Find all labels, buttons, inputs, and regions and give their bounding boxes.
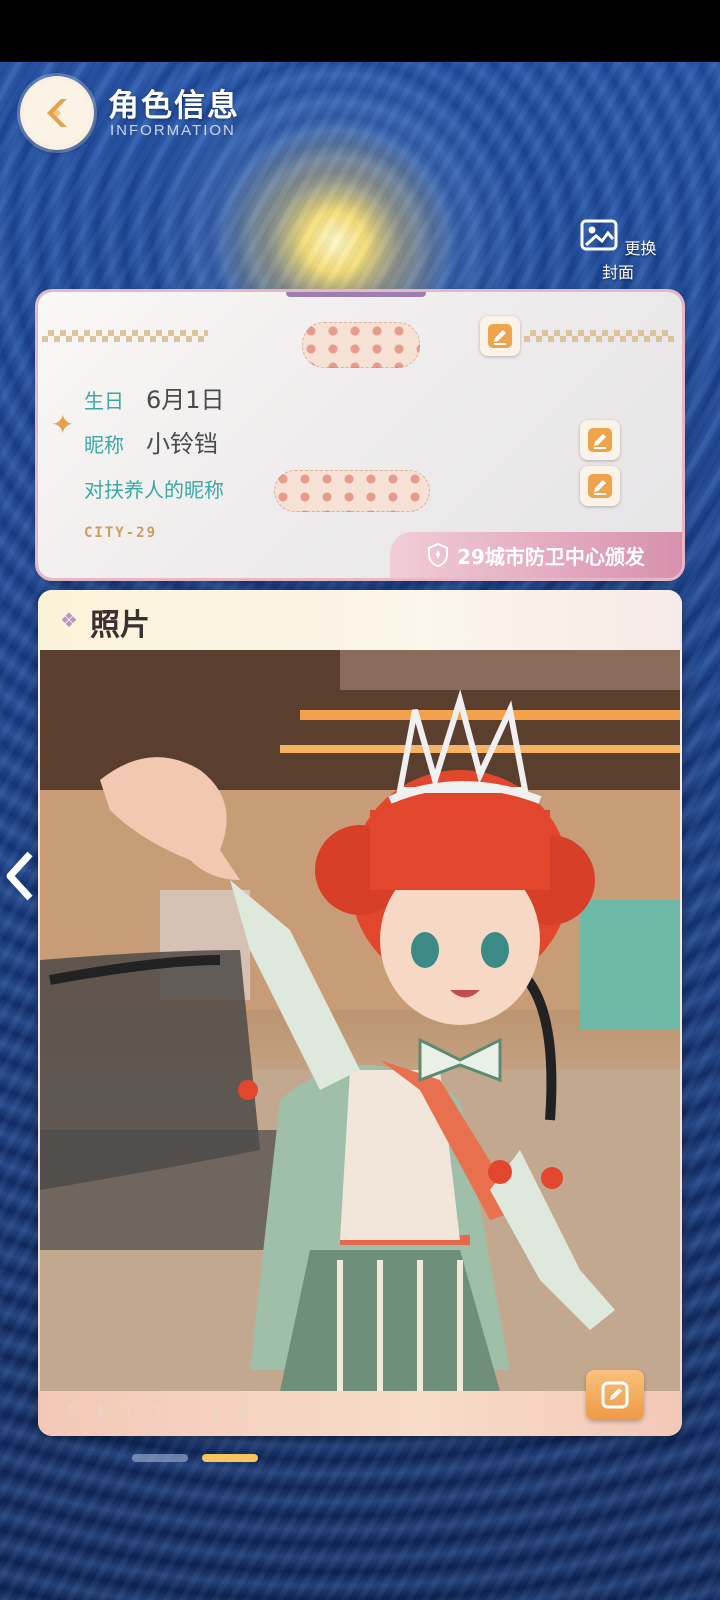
shield-icon [428,543,449,567]
issuer-text: 29城市防卫中心颁发 [457,544,645,569]
birthday-label: 生日 [84,389,124,413]
page-indicator [132,1454,258,1462]
back-button[interactable] [20,76,94,150]
page-title: 角色信息 [108,88,240,124]
edit-name-button[interactable] [480,316,520,356]
birthday-value: 6月1日 [146,386,225,414]
photo-header: ❖ 照片 [38,590,682,650]
edit-nickname-button[interactable] [580,420,620,460]
character-illustration [40,650,680,1391]
edit-guardian-nickname-button[interactable] [580,466,620,506]
issuer-badge: 29城市防卫中心颁发 [390,532,682,578]
photo-city-code: CITY-29 [68,1403,268,1419]
card-tab [286,292,426,297]
photo-card: ❖ 照片 CITY-29 [38,590,682,1436]
edit-photo-button[interactable] [586,1370,644,1420]
nickname-value: 小铃铛 [146,430,218,458]
edit-icon [588,474,612,498]
image-icon [580,219,618,251]
edit-icon [488,324,512,348]
edit-icon [588,428,612,452]
edit-icon [601,1381,629,1409]
checker-decoration [524,330,674,342]
guardian-nickname-label: 对扶养人的昵称 [84,478,224,502]
nickname-label: 昵称 [84,433,124,457]
sparkle-icon: ✦ [51,408,75,441]
status-bar [0,0,720,62]
name-redaction-sticker [302,322,420,368]
page-dot-1[interactable] [132,1454,188,1462]
guardian-nickname-redaction-sticker [274,470,430,512]
diamond-icon: ❖ [60,608,78,632]
city-code: CITY-29 [84,525,158,541]
character-photo[interactable] [40,650,680,1391]
info-card: ✦ 生日 6月1日 昵称 小铃铛 对扶养人的昵称 CITY-29 29城市防卫中… [38,292,682,578]
chevron-left-icon [47,99,67,127]
photo-title: 照片 [90,608,150,643]
page-subtitle: INFORMATION [110,122,236,139]
previous-page-arrow-icon[interactable] [2,848,36,904]
page-dot-2[interactable] [202,1454,258,1462]
change-cover-button[interactable]: 更换封面 [578,218,658,283]
checker-decoration [42,330,208,342]
